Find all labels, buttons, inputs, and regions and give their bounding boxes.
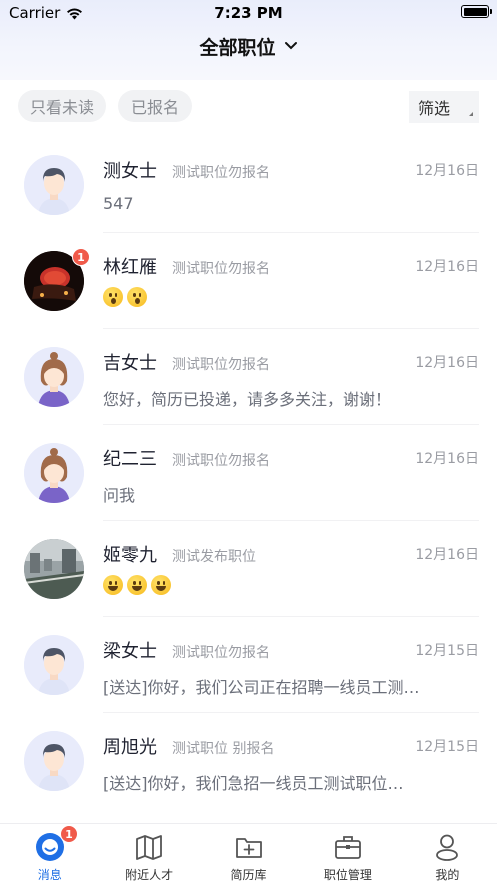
message-preview	[103, 287, 147, 307]
tab-label: 简历库	[230, 868, 267, 882]
message-date: 12月16日	[415, 259, 479, 275]
job-title: 测试职位勿报名	[172, 357, 270, 373]
contact-name: 姬零九	[103, 545, 157, 566]
contact-name: 林红雁	[103, 257, 157, 278]
message-row[interactable]: 林红雁 测试职位勿报名 12月16日	[0, 233, 497, 329]
message-date: 12月16日	[415, 355, 479, 371]
contact-name: 测女士	[103, 161, 157, 182]
tab-label: 职位管理	[323, 868, 372, 882]
avatar-female-icon	[24, 443, 84, 503]
message-preview: 您好，简历已投递，请多多关注，谢谢！	[103, 390, 392, 409]
avatar-female-icon	[24, 347, 84, 407]
surprised-emoji-icon	[127, 287, 147, 307]
user-icon	[432, 832, 462, 862]
job-title: 测试职位勿报名	[172, 453, 270, 469]
tab-badge: 1	[60, 825, 78, 843]
folder-add-icon	[234, 832, 264, 862]
tab-resume-library[interactable]: 简历库	[199, 824, 298, 883]
tab-nearby-talent[interactable]: 附近人才	[99, 824, 198, 883]
filter-button[interactable]: 筛选	[409, 91, 479, 123]
message-preview: [送达]你好，我们急招一线员工测试职位…	[103, 774, 404, 793]
message-date: 12月16日	[415, 451, 479, 467]
surprised-emoji-icon	[103, 287, 123, 307]
job-selector[interactable]: 全部职位	[0, 33, 497, 59]
job-title: 测试职位 别报名	[172, 741, 275, 757]
message-preview	[103, 575, 171, 595]
tab-messages[interactable]: 消息 1	[0, 824, 99, 883]
status-bar: Carrier 7:23 PM	[0, 0, 497, 24]
tab-bar: 消息 1 附近人才 简历库 职位管理 我的	[0, 823, 497, 883]
photo-avatar	[24, 539, 84, 599]
briefcase-icon	[333, 832, 363, 862]
avatar-male-icon	[24, 635, 84, 695]
applied-chip[interactable]: 已报名	[118, 90, 192, 122]
battery-icon	[461, 5, 492, 18]
smile-emoji-icon	[127, 575, 147, 595]
job-title: 测试职位勿报名	[172, 261, 270, 277]
tab-label: 附近人才	[125, 868, 174, 882]
message-list: 测女士 测试职位勿报名 12月16日 547 林红雁 测试职位勿报名 12月16…	[0, 137, 497, 809]
tab-job-management[interactable]: 职位管理	[298, 824, 397, 883]
contact-name: 纪二三	[103, 449, 157, 470]
contact-name: 吉女士	[103, 353, 157, 374]
filter-label: 筛选	[418, 99, 451, 118]
page-title: 全部职位	[199, 36, 276, 59]
smile-emoji-icon	[103, 575, 123, 595]
message-date: 12月16日	[415, 547, 479, 563]
message-row[interactable]: 吉女士 测试职位勿报名 12月16日 您好，简历已投递，请多多关注，谢谢！	[0, 329, 497, 425]
job-title: 测试职位勿报名	[172, 165, 270, 181]
chevron-down-icon	[284, 42, 297, 50]
avatar-male-icon	[24, 155, 84, 215]
message-preview: 问我	[103, 486, 136, 505]
tab-label: 消息	[37, 868, 62, 882]
job-title: 测试职位勿报名	[172, 645, 270, 661]
smile-emoji-icon	[151, 575, 171, 595]
filter-corner-icon	[469, 112, 473, 116]
contact-name: 梁女士	[103, 641, 157, 662]
message-preview: [送达]你好，我们公司正在招聘一线员工测…	[103, 678, 420, 697]
message-date: 12月15日	[415, 643, 479, 659]
map-icon	[134, 832, 164, 862]
message-row[interactable]: 测女士 测试职位勿报名 12月16日 547	[0, 137, 497, 233]
status-time: 7:23 PM	[214, 4, 283, 22]
message-date: 12月15日	[415, 739, 479, 755]
message-row[interactable]: 纪二三 测试职位勿报名 12月16日 问我	[0, 425, 497, 521]
message-row[interactable]: 姬零九 测试发布职位 12月16日	[0, 521, 497, 617]
message-row[interactable]: 周旭光 测试职位 别报名 12月15日 [送达]你好，我们急招一线员工测试职位…	[0, 713, 497, 809]
message-preview: 547	[103, 194, 134, 213]
avatar-male-icon	[24, 731, 84, 791]
job-title: 测试发布职位	[172, 549, 256, 565]
filter-row: 只看未读 已报名 筛选	[0, 90, 497, 124]
message-row[interactable]: 梁女士 测试职位勿报名 12月15日 [送达]你好，我们公司正在招聘一线员工测…	[0, 617, 497, 713]
unread-only-chip[interactable]: 只看未读	[18, 90, 106, 122]
message-date: 12月16日	[415, 163, 479, 179]
tab-profile[interactable]: 我的	[398, 824, 497, 883]
contact-name: 周旭光	[103, 737, 157, 758]
unread-badge: 1	[72, 248, 90, 266]
tab-label: 我的	[435, 868, 460, 882]
